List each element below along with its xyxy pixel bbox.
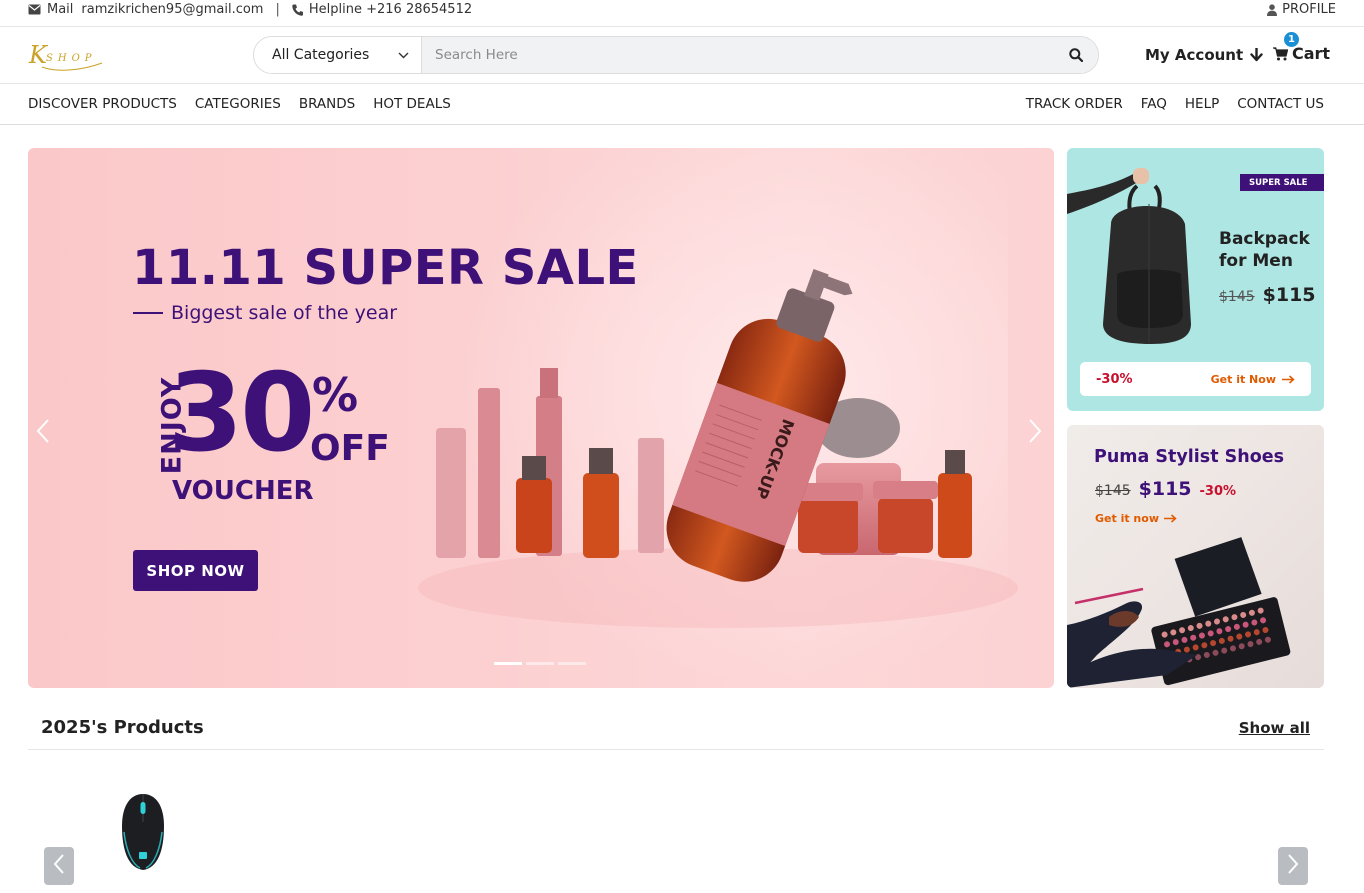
chevron-right-icon [1028, 418, 1042, 451]
category-select[interactable]: All Categories [254, 37, 422, 73]
new-price: $115 [1262, 284, 1316, 306]
carousel-next-button[interactable] [1028, 418, 1042, 451]
shoes-title: Puma Stylist Shoes [1094, 447, 1285, 467]
hero-percent-sign: % [312, 368, 359, 422]
profile-label: PROFILE [1282, 2, 1336, 17]
arrow-right-icon [1164, 514, 1177, 523]
products-title: 2025's Products [41, 717, 204, 738]
products-prev-button[interactable] [44, 847, 74, 885]
chevron-left-icon [53, 853, 65, 879]
show-all-link[interactable]: Show all [1239, 719, 1310, 737]
arrow-down-icon [1250, 48, 1263, 62]
backpack-title-line2: for Men [1219, 251, 1293, 272]
header: K SHOP All Categories Search Here My Acc… [0, 27, 1364, 84]
cart-count-badge: 1 [1284, 32, 1299, 47]
products-next-button[interactable] [1278, 847, 1308, 885]
helpline[interactable]: Helpline +216 28654512 [309, 2, 472, 17]
products-section-header: 2025's Products Show all [28, 706, 1324, 750]
makeup-palette-image [1067, 537, 1291, 688]
search-button[interactable] [1054, 37, 1098, 73]
shopping-cart-icon [1273, 46, 1288, 61]
separator: | [275, 2, 280, 17]
mail-address[interactable]: ramzikrichen95@gmail.com [81, 2, 263, 17]
super-sale-tag: SUPER SALE [1240, 174, 1324, 191]
promo-card-backpack[interactable]: SUPER SALE Backpack for Men $145 $115 -3… [1067, 148, 1324, 411]
hero-carousel: MOCK-UP 11.11 SUPER SALE Biggest sale of… [28, 148, 1054, 688]
contact-info: Mail ramzikrichen95@gmail.com | Helpline… [28, 2, 472, 17]
profile-link[interactable]: PROFILE [1267, 2, 1336, 17]
nav-help[interactable]: HELP [1185, 96, 1219, 112]
carousel-prev-button[interactable] [36, 418, 50, 451]
cart-button[interactable]: Cart 1 [1273, 32, 1331, 63]
search-bar: All Categories Search Here [253, 36, 1099, 74]
old-price: $145 [1219, 289, 1255, 305]
backpack-image [1067, 168, 1191, 344]
hero-subheadline: Biggest sale of the year [133, 302, 397, 324]
chevron-left-icon [36, 418, 50, 451]
cart-label: Cart [1292, 44, 1331, 63]
search-icon [1069, 48, 1083, 62]
main-nav: DISCOVER PRODUCTS CATEGORIES BRANDS HOT … [0, 84, 1364, 125]
carousel-indicator[interactable] [494, 662, 522, 665]
shoes-price: $145 $115 -30% [1095, 478, 1236, 500]
old-price: $145 [1095, 483, 1131, 499]
carousel-indicator[interactable] [558, 662, 586, 665]
chevron-down-icon [398, 52, 409, 59]
new-price: $115 [1138, 478, 1192, 500]
gaming-mouse-image[interactable] [118, 792, 168, 872]
search-input[interactable]: Search Here [422, 37, 1054, 73]
my-account-label: My Account [1145, 46, 1244, 64]
nav-brands[interactable]: BRANDS [299, 96, 355, 112]
nav-discover-products[interactable]: DISCOVER PRODUCTS [28, 96, 177, 112]
get-it-now-label: Get it Now [1210, 372, 1276, 386]
nav-contact-us[interactable]: CONTACT US [1237, 96, 1324, 112]
backpack-title: Backpack for Men [1219, 228, 1310, 272]
cosmetics-product-image: MOCK-UP [418, 269, 1018, 628]
chevron-right-icon [1287, 853, 1299, 879]
arrow-right-icon [1282, 374, 1295, 384]
hero-subheadline-text: Biggest sale of the year [171, 302, 398, 324]
hero-discount-amount: 30 [168, 351, 315, 476]
top-bar: Mail ramzikrichen95@gmail.com | Helpline… [0, 0, 1364, 27]
svg-text:SHOP: SHOP [46, 53, 97, 64]
nav-track-order[interactable]: TRACK ORDER [1026, 96, 1123, 112]
discount-label: -30% [1199, 484, 1237, 499]
mail-label: Mail [47, 2, 74, 17]
phone-icon [292, 4, 303, 16]
shop-now-button[interactable]: SHOP NOW [133, 550, 258, 591]
get-it-now-label: Get it now [1095, 512, 1159, 525]
envelope-icon [28, 4, 41, 15]
hero-voucher-text: VOUCHER [172, 476, 314, 506]
hero-headline: 11.11 SUPER SALE [132, 240, 639, 296]
carousel-indicators [494, 662, 586, 665]
nav-categories[interactable]: CATEGORIES [195, 96, 281, 112]
promo-card-shoes[interactable]: Puma Stylist Shoes $145 $115 -30% Get it… [1067, 425, 1324, 688]
category-select-value: All Categories [272, 47, 370, 63]
hero-off-text: OFF [310, 428, 390, 469]
carousel-indicator[interactable] [526, 662, 554, 665]
discount-label: -30% [1096, 371, 1133, 387]
nav-faq[interactable]: FAQ [1141, 96, 1167, 112]
backpack-price: $145 $115 [1219, 284, 1316, 306]
user-icon [1267, 3, 1278, 16]
nav-hot-deals[interactable]: HOT DEALS [373, 96, 451, 112]
backpack-cta-bar: -30% Get it Now [1080, 362, 1311, 396]
kshop-logo[interactable]: K SHOP [28, 37, 108, 73]
get-it-now-link[interactable]: Get it now [1095, 512, 1177, 525]
get-it-now-link[interactable]: Get it Now [1211, 373, 1295, 386]
my-account-button[interactable]: My Account [1145, 46, 1263, 64]
backpack-title-line1: Backpack [1219, 229, 1310, 249]
